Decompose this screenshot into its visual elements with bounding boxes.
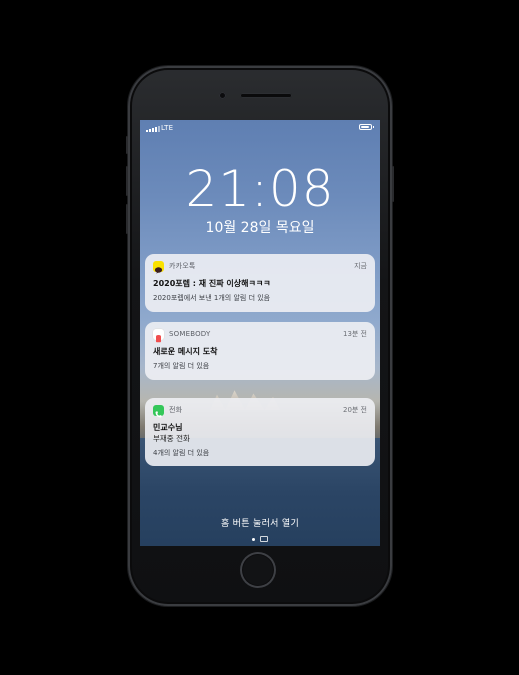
notification-subtitle: 부재중 전화 bbox=[153, 434, 190, 443]
notification-title: 새로운 메시지 도착 bbox=[153, 347, 218, 356]
notification-more: 2020포렙에서 보낸 1개의 알림 더 있음 bbox=[153, 294, 271, 302]
notification-kakaotalk[interactable]: 카카오톡 지금 2020포렙 : 재 진짜 이상해ㅋㅋㅋ 2020포렙에서 보낸… bbox=[145, 254, 375, 312]
notification-phone[interactable]: 전화 20분 전 민교수님 부재중 전화 4개의 알림 더 있음 bbox=[145, 398, 375, 474]
notification-more: 4개의 알림 더 있음 bbox=[153, 449, 210, 457]
lock-screen: LTE 21:08 10월 28일 목요일 카카오톡 지금 2020포렙 : 재… bbox=[140, 120, 380, 546]
notification-more: 7개의 알림 더 있음 bbox=[153, 362, 210, 370]
status-bar: LTE bbox=[140, 120, 380, 136]
notification-title: 2020포렙 : 재 진짜 이상해ㅋㅋㅋ bbox=[153, 279, 271, 288]
page-indicator bbox=[140, 536, 380, 542]
earpiece-speaker bbox=[240, 93, 292, 98]
notification-app-name: SOMEBODY bbox=[169, 330, 211, 338]
volume-up-button bbox=[126, 166, 128, 196]
unlock-hint: 홈 버튼 눌러서 열기 bbox=[220, 519, 300, 529]
camera-icon[interactable] bbox=[260, 536, 268, 542]
signal-icon bbox=[146, 126, 160, 132]
phone-frame: LTE 21:08 10월 28일 목요일 카카오톡 지금 2020포렙 : 재… bbox=[126, 66, 394, 606]
front-camera bbox=[219, 92, 226, 99]
mute-switch bbox=[126, 136, 128, 154]
notification-time: 20분 전 bbox=[342, 406, 367, 414]
home-button[interactable] bbox=[240, 552, 276, 588]
kakaotalk-icon bbox=[153, 260, 164, 274]
clock-time: 21:08 bbox=[185, 160, 335, 218]
volume-down-button bbox=[126, 204, 128, 234]
notification-time: 13분 전 bbox=[342, 330, 367, 338]
network-label: LTE bbox=[161, 124, 174, 132]
clock-date: 10월 28일 목요일 bbox=[205, 220, 315, 236]
page-dot bbox=[252, 537, 255, 541]
notification-app-name: 카카오톡 bbox=[169, 262, 196, 270]
battery-icon bbox=[359, 124, 374, 130]
notification-app-name: 전화 bbox=[169, 406, 183, 414]
power-button bbox=[392, 166, 394, 202]
notification-somebody[interactable]: SOMEBODY 13분 전 새로운 메시지 도착 7개의 알림 더 있음 bbox=[145, 322, 375, 388]
phone-icon bbox=[153, 404, 164, 418]
notification-title: 민교수님 bbox=[153, 423, 183, 432]
notification-time: 지금 bbox=[354, 262, 367, 270]
somebody-icon bbox=[153, 328, 164, 342]
